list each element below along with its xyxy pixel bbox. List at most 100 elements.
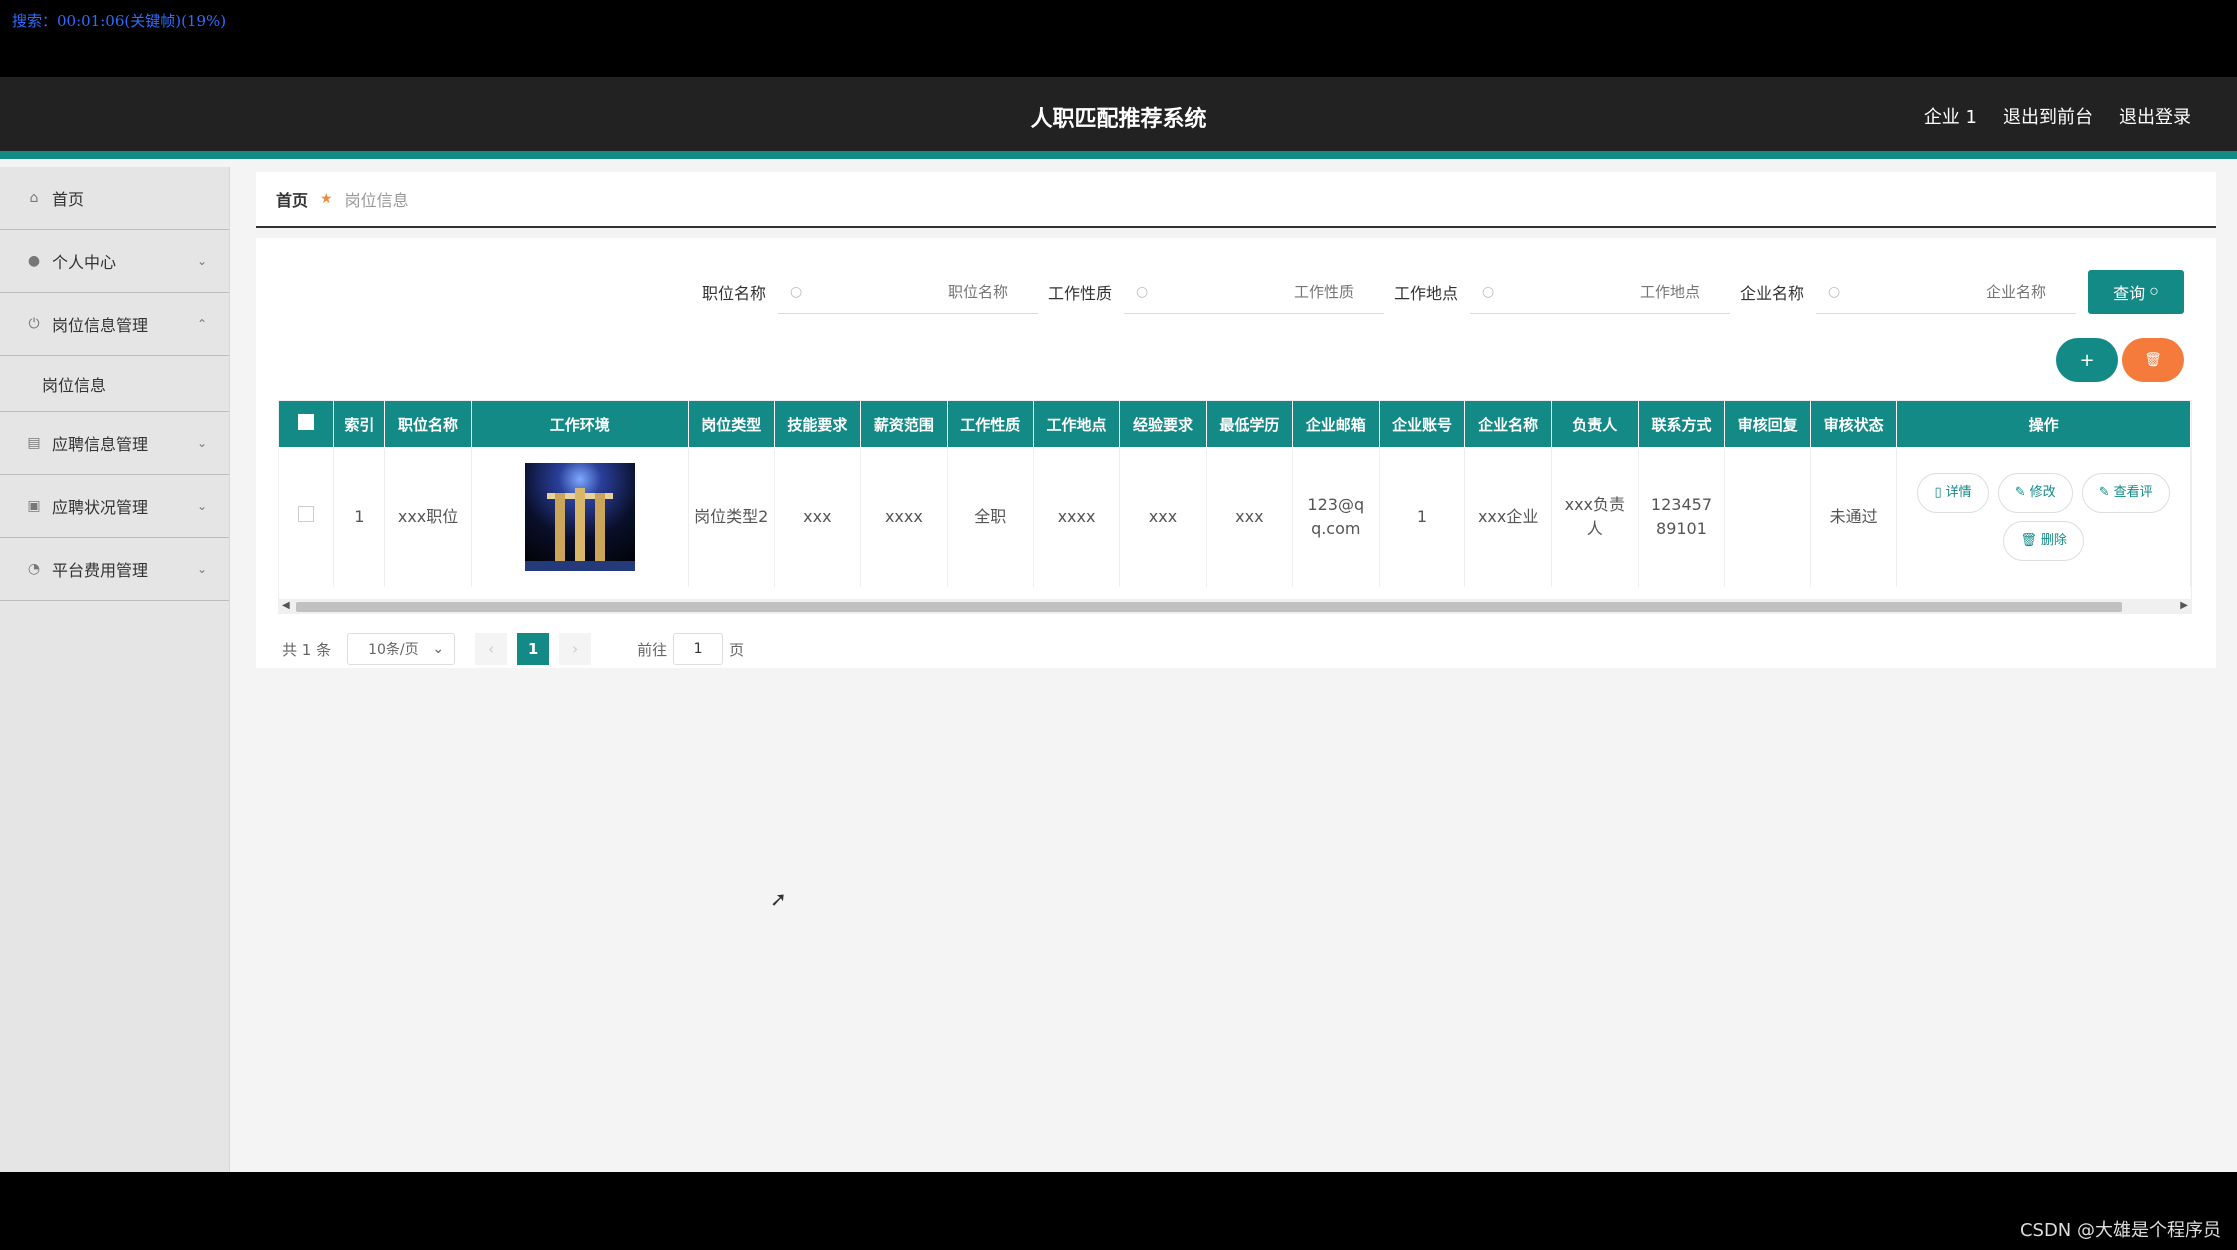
- add-button[interactable]: +: [2056, 338, 2118, 382]
- scroll-right-icon[interactable]: ▶: [2180, 600, 2188, 611]
- job-location-input[interactable]: [1501, 282, 1700, 301]
- header-actions: 企业 1 退出到前台 退出登录: [1924, 103, 2191, 129]
- home-icon: ⌂: [29, 190, 39, 206]
- sidebar-item-label: 首页: [52, 190, 85, 209]
- table-row: 1 xxx职位 岗位类型2 xxx xxxx 全职 xxxx xxx xxx 1…: [279, 447, 2191, 587]
- cell-company: xxx企业: [1464, 447, 1552, 587]
- select-all-checkbox[interactable]: [298, 414, 315, 430]
- search-icon: ○: [2149, 283, 2159, 300]
- page-unit-label: 页: [729, 640, 745, 659]
- breadcrumb-home[interactable]: 首页: [276, 187, 308, 211]
- page-number[interactable]: 1: [517, 633, 550, 665]
- column-header: 工作地点: [1033, 401, 1121, 447]
- sidebar-item-label: 岗位信息管理: [52, 316, 149, 335]
- batch-delete-button[interactable]: 🗑: [2122, 338, 2184, 382]
- sidebar-item-label: 应聘状况管理: [52, 498, 149, 517]
- trash-icon: 🗑: [2144, 352, 2162, 368]
- clipboard-icon: ▣: [27, 498, 41, 514]
- total-count: 共 1 条: [282, 640, 332, 659]
- chevron-down-icon: ⌄: [432, 641, 445, 657]
- watermark: CSDN @大雄是个程序员: [2019, 1220, 2221, 1241]
- system-title: 人职匹配推荐系统: [1030, 107, 1207, 132]
- job-name-input[interactable]: [809, 282, 1008, 301]
- chevron-down-icon: ⌄: [196, 562, 207, 576]
- horizontal-scrollbar[interactable]: ◀ ▶: [278, 600, 2192, 614]
- prev-page-button[interactable]: ‹: [475, 633, 508, 665]
- sidebar-item-platform-fee[interactable]: ◔ 平台费用管理 ⌄: [0, 538, 229, 601]
- goto-label: 前往: [637, 640, 668, 659]
- edit-button[interactable]: ✎ 修改: [1997, 473, 2073, 513]
- exit-to-front-link[interactable]: 退出到前台: [2003, 103, 2093, 129]
- column-header: 岗位类型: [688, 401, 775, 447]
- next-page-button[interactable]: ›: [559, 633, 592, 665]
- user-icon: ●: [27, 253, 41, 269]
- field-label: 企业名称: [1739, 284, 1804, 303]
- video-overlay-text: 搜索：00:01:06(关键帧)(19%): [12, 12, 227, 30]
- company-name-input[interactable]: [1848, 282, 2046, 301]
- chevron-left-icon: ‹: [488, 640, 495, 658]
- select-all-header[interactable]: [279, 401, 335, 447]
- cell-skill: xxx: [774, 447, 862, 587]
- column-header: 审核回复: [1724, 401, 1812, 447]
- column-header: 企业账号: [1379, 401, 1466, 447]
- work-environment-image: [524, 463, 635, 571]
- op-label: 查看评: [2113, 485, 2153, 501]
- edit-icon: ✎: [2098, 485, 2110, 501]
- search-icon: ○: [1135, 283, 1149, 300]
- trash-icon: 🗑: [2020, 533, 2037, 549]
- sidebar-item-personal-center[interactable]: ● 个人中心 ⌄: [0, 230, 229, 293]
- sidebar-item-application-management[interactable]: ▤ 应聘信息管理 ⌄: [0, 412, 229, 475]
- search-job-location: 工作地点 ○: [1394, 270, 1730, 314]
- search-icon: ○: [1828, 283, 1841, 300]
- column-header: 联系方式: [1638, 401, 1726, 447]
- sidebar-item-label: 岗位信息: [42, 375, 107, 395]
- delete-button[interactable]: 🗑 删除: [2003, 521, 2084, 561]
- cell-job-type: 岗位类型2: [688, 447, 775, 587]
- cell-account: 1: [1379, 447, 1466, 587]
- field-label: 工作地点: [1393, 284, 1458, 303]
- detail-button[interactable]: ▯ 详情: [1917, 473, 1989, 513]
- chevron-right-icon: ›: [572, 640, 579, 658]
- sidebar-item-job-management[interactable]: ⏻ 岗位信息管理 ⌃: [0, 293, 229, 356]
- column-header: 企业邮箱: [1292, 401, 1380, 447]
- view-review-button[interactable]: ✎ 查看评: [2081, 473, 2170, 513]
- chevron-up-icon: ⌃: [196, 317, 207, 331]
- table-header-row: 索引 职位名称 工作环境 岗位类型 技能要求 薪资范围 工作性质 工作地点 经验…: [279, 401, 2191, 447]
- cell-status: 未通过: [1810, 447, 1898, 587]
- edit-icon: ✎: [2014, 485, 2026, 501]
- cell-location: xxxx: [1033, 447, 1121, 587]
- column-header: 负责人: [1551, 401, 1639, 447]
- scroll-left-icon[interactable]: ◀: [282, 600, 290, 611]
- search-box: ○: [1123, 270, 1384, 314]
- breadcrumb-current: 岗位信息: [344, 191, 409, 210]
- page-size-value: 10条/页: [368, 642, 419, 658]
- cell-index: 1: [333, 447, 386, 587]
- cell-work-environment: [471, 447, 689, 587]
- op-label: 删除: [2040, 533, 2067, 549]
- cell-phone: 12345789101: [1638, 447, 1726, 587]
- chevron-down-icon: ⌄: [196, 499, 207, 513]
- job-nature-input[interactable]: [1155, 282, 1354, 301]
- column-header: 操作: [1896, 401, 2191, 447]
- search-icon: ○: [1481, 283, 1495, 300]
- search-icon: ○: [789, 283, 803, 300]
- cell-job-name: xxx职位: [384, 447, 472, 587]
- logout-link[interactable]: 退出登录: [2119, 103, 2191, 129]
- search-bar: 职位名称 ○ 工作性质 ○ 工作地点 ○: [702, 270, 2184, 314]
- column-header: 技能要求: [774, 401, 862, 447]
- cell-email: 123@qq.com: [1292, 447, 1380, 587]
- op-label: 详情: [1945, 485, 1972, 501]
- query-button[interactable]: 查询 ○: [2088, 270, 2184, 314]
- current-user[interactable]: 企业 1: [1924, 103, 1977, 129]
- goto-page-input[interactable]: [673, 633, 724, 665]
- sidebar-item-home[interactable]: ⌂ 首页: [0, 167, 229, 230]
- sidebar-item-application-status[interactable]: ▣ 应聘状况管理 ⌄: [0, 475, 229, 538]
- sidebar-item-job-info[interactable]: 岗位信息: [0, 356, 229, 412]
- scrollbar-thumb[interactable]: [296, 602, 2122, 612]
- cell-operations: ▯ 详情 ✎ 修改 ✎ 查看评 🗑 删除: [1896, 447, 2191, 587]
- row-checkbox[interactable]: [298, 506, 315, 522]
- search-company-name: 企业名称 ○: [1740, 270, 2076, 314]
- search-job-nature: 工作性质 ○: [1048, 270, 1384, 314]
- column-header: 最低学历: [1206, 401, 1294, 447]
- page-size-select[interactable]: 10条/页 ⌄: [347, 633, 456, 665]
